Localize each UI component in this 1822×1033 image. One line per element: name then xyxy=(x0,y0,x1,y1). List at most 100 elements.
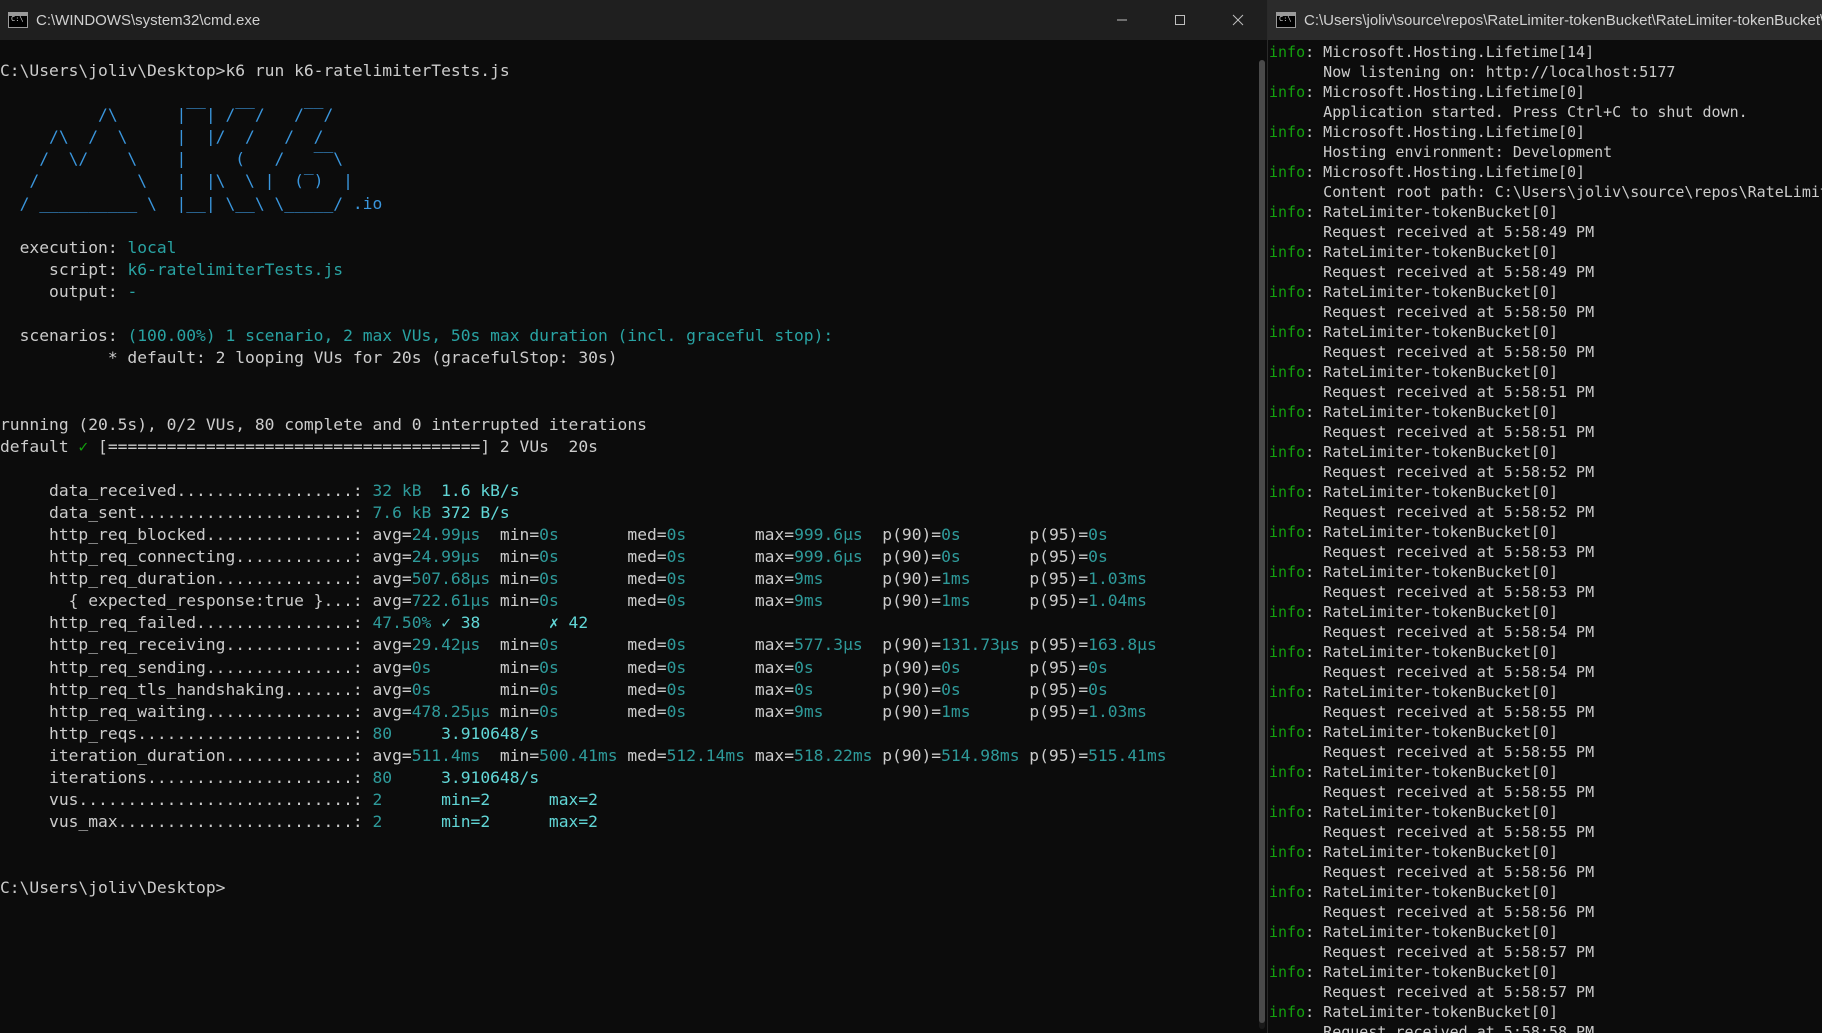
app-log-text: : RateLimiter-tokenBucket[0] xyxy=(1305,523,1558,541)
cmd-output-text: max= xyxy=(735,569,795,589)
app-log-line: info: RateLimiter-tokenBucket[0] xyxy=(1269,522,1822,542)
app-log-text: Request received at 5:58:55 PM xyxy=(1269,823,1595,841)
cmd-output-line: http_req_duration..............: avg=507… xyxy=(0,568,1267,590)
app-console-output[interactable]: info: Microsoft.Hosting.Lifetime[14] Now… xyxy=(1269,40,1822,1033)
app-log-line: Request received at 5:58:53 PM xyxy=(1269,582,1822,602)
cmd-output-text: 2 xyxy=(372,790,442,810)
cmd-output-text: data_sent......................: xyxy=(0,502,373,522)
cmd-output-text: 0s xyxy=(666,547,736,567)
cmd-output-text: { expected_response:true }...: avg= xyxy=(0,591,412,611)
app-log-line: Request received at 5:58:56 PM xyxy=(1269,862,1822,882)
cmd-output-text: (100.00%) 1 scenario, 2 max VUs, 50s max… xyxy=(127,326,834,346)
app-log-line: Request received at 5:58:57 PM xyxy=(1269,942,1822,962)
app-log-text: info xyxy=(1269,163,1306,181)
cmd-output-text: p(90)= xyxy=(862,547,942,567)
cmd-output-line: script: k6-ratelimiterTests.js xyxy=(0,259,1267,281)
app-log-line: info: Microsoft.Hosting.Lifetime[0] xyxy=(1269,162,1822,182)
cmd-output-line xyxy=(0,855,1267,877)
cmd-output-line xyxy=(0,369,1267,391)
app-log-text: : RateLimiter-tokenBucket[0] xyxy=(1305,723,1558,741)
cmd-output-text: p(90)= xyxy=(862,524,942,544)
cmd-output-text: / \/ \ | ( / ‾‾\ xyxy=(0,149,344,169)
app-log-text: : Microsoft.Hosting.Lifetime[0] xyxy=(1305,123,1586,141)
cmd-output-line: vus............................: 2 min=2… xyxy=(0,789,1267,811)
cmd-output-text: 1ms xyxy=(941,569,1010,589)
app-log-line: info: RateLimiter-tokenBucket[0] xyxy=(1269,722,1822,742)
cmd-output-text: med= xyxy=(607,524,667,544)
cmd-output-text: 1ms xyxy=(941,591,1010,611)
cmd-output-text: 0s xyxy=(1088,547,1108,567)
app-titlebar[interactable]: C:\Users\joliv\source\repos\RateLimiter-… xyxy=(1268,0,1822,40)
app-log-text: info xyxy=(1269,723,1306,741)
app-log-text: : RateLimiter-tokenBucket[0] xyxy=(1305,243,1558,261)
cmd-output-line xyxy=(0,391,1267,413)
cmd-output-line: default ✓ [=============================… xyxy=(0,436,1267,458)
cmd-output-line: C:\Users\joliv\Desktop> xyxy=(0,877,1267,899)
cmd-output-text: C:\Users\joliv\Desktop>k6 run k6-ratelim… xyxy=(0,61,510,80)
app-log-text: info xyxy=(1269,123,1306,141)
maximize-button[interactable] xyxy=(1151,0,1209,40)
app-log-text: info xyxy=(1269,883,1306,901)
cmd-output-text: 32 kB xyxy=(372,480,442,500)
app-log-text: Request received at 5:58:49 PM xyxy=(1269,263,1595,281)
cmd-output-text: med= xyxy=(607,547,667,567)
cmd-output-text: default xyxy=(0,436,79,456)
cmd-output-line: http_req_receiving.............: avg=29.… xyxy=(0,634,1267,656)
desktop: C:\WINDOWS\system32\cmd.exe C:\Users\jol… xyxy=(0,0,1822,1033)
cmd-output-text: execution: xyxy=(0,237,128,257)
cmd-output-text: min= xyxy=(490,701,540,721)
app-log-line: Request received at 5:58:50 PM xyxy=(1269,342,1822,362)
cmd-output-line: * default: 2 looping VUs for 20s (gracef… xyxy=(0,347,1267,369)
cmd-output-text: 47.50% xyxy=(372,613,432,633)
app-log-text: Request received at 5:58:50 PM xyxy=(1269,303,1595,321)
cmd-output-text: min= xyxy=(490,569,540,589)
cmd-output-text: max= xyxy=(735,591,795,611)
cmd-scrollbar-thumb[interactable] xyxy=(1259,60,1265,1023)
app-log-text: Request received at 5:58:52 PM xyxy=(1269,463,1595,481)
app-log-text: info xyxy=(1269,763,1306,781)
cmd-titlebar[interactable]: C:\WINDOWS\system32\cmd.exe xyxy=(0,0,1267,40)
cmd-output-line: http_req_waiting...............: avg=478… xyxy=(0,701,1267,723)
cmd-output-text: p(90)= xyxy=(862,657,942,677)
app-log-text: info xyxy=(1269,923,1306,941)
cmd-output-text: 500.41ms xyxy=(539,745,618,765)
app-log-text: Request received at 5:58:55 PM xyxy=(1269,743,1595,761)
cmd-output-text: p(90)= xyxy=(862,635,942,655)
cmd-window[interactable]: C:\WINDOWS\system32\cmd.exe C:\Users\jol… xyxy=(0,0,1267,1033)
cmd-output-text: max= xyxy=(735,679,795,699)
cmd-output-text: local xyxy=(127,237,177,257)
app-log-line: info: RateLimiter-tokenBucket[0] xyxy=(1269,322,1822,342)
cmd-output-text: p(95)= xyxy=(1009,524,1089,544)
window-controls xyxy=(1093,0,1267,40)
app-log-text: : RateLimiter-tokenBucket[0] xyxy=(1305,283,1558,301)
cmd-terminal-output[interactable]: C:\Users\joliv\Desktop>k6 run k6-ratelim… xyxy=(0,40,1267,1033)
cmd-output-text: http_req_connecting............: avg= xyxy=(0,547,412,567)
cmd-output-text: med= xyxy=(607,569,667,589)
cmd-output-line: http_req_sending...............: avg=0s … xyxy=(0,657,1267,679)
minimize-icon xyxy=(1117,19,1127,21)
cmd-output-text: min= xyxy=(480,679,540,699)
app-log-line: info: RateLimiter-tokenBucket[0] xyxy=(1269,482,1822,502)
cmd-output-text: 0s xyxy=(539,657,608,677)
cmd-output-text: p(95)= xyxy=(1019,745,1089,765)
app-log-line: info: RateLimiter-tokenBucket[0] xyxy=(1269,442,1822,462)
cmd-output-text: 0s xyxy=(1088,524,1108,544)
cmd-output-text: p(90)= xyxy=(862,569,942,589)
app-window[interactable]: C:\Users\joliv\source\repos\RateLimiter-… xyxy=(1267,0,1822,1033)
cmd-output-line: http_req_failed................: 47.50% … xyxy=(0,612,1267,634)
app-log-line: info: RateLimiter-tokenBucket[0] xyxy=(1269,202,1822,222)
cmd-output-text: scenarios: xyxy=(0,326,128,346)
cmd-output-text: min=2 max=2 xyxy=(441,790,598,810)
minimize-button[interactable] xyxy=(1093,0,1151,40)
app-log-line: info: RateLimiter-tokenBucket[0] xyxy=(1269,602,1822,622)
cmd-output-text: 999.6µs xyxy=(794,524,863,544)
cmd-output-text: min=2 max=2 xyxy=(441,812,598,832)
cmd-icon xyxy=(8,12,28,28)
app-log-text: Request received at 5:58:56 PM xyxy=(1269,863,1595,881)
cmd-output-text: 80 xyxy=(372,723,442,743)
close-button[interactable] xyxy=(1209,0,1267,40)
cmd-scrollbar[interactable] xyxy=(1259,60,1265,1029)
app-log-text: info xyxy=(1269,643,1306,661)
cmd-output-text: C:\Users\joliv\Desktop> xyxy=(0,878,226,898)
app-log-line: info: Microsoft.Hosting.Lifetime[14] xyxy=(1269,42,1822,62)
